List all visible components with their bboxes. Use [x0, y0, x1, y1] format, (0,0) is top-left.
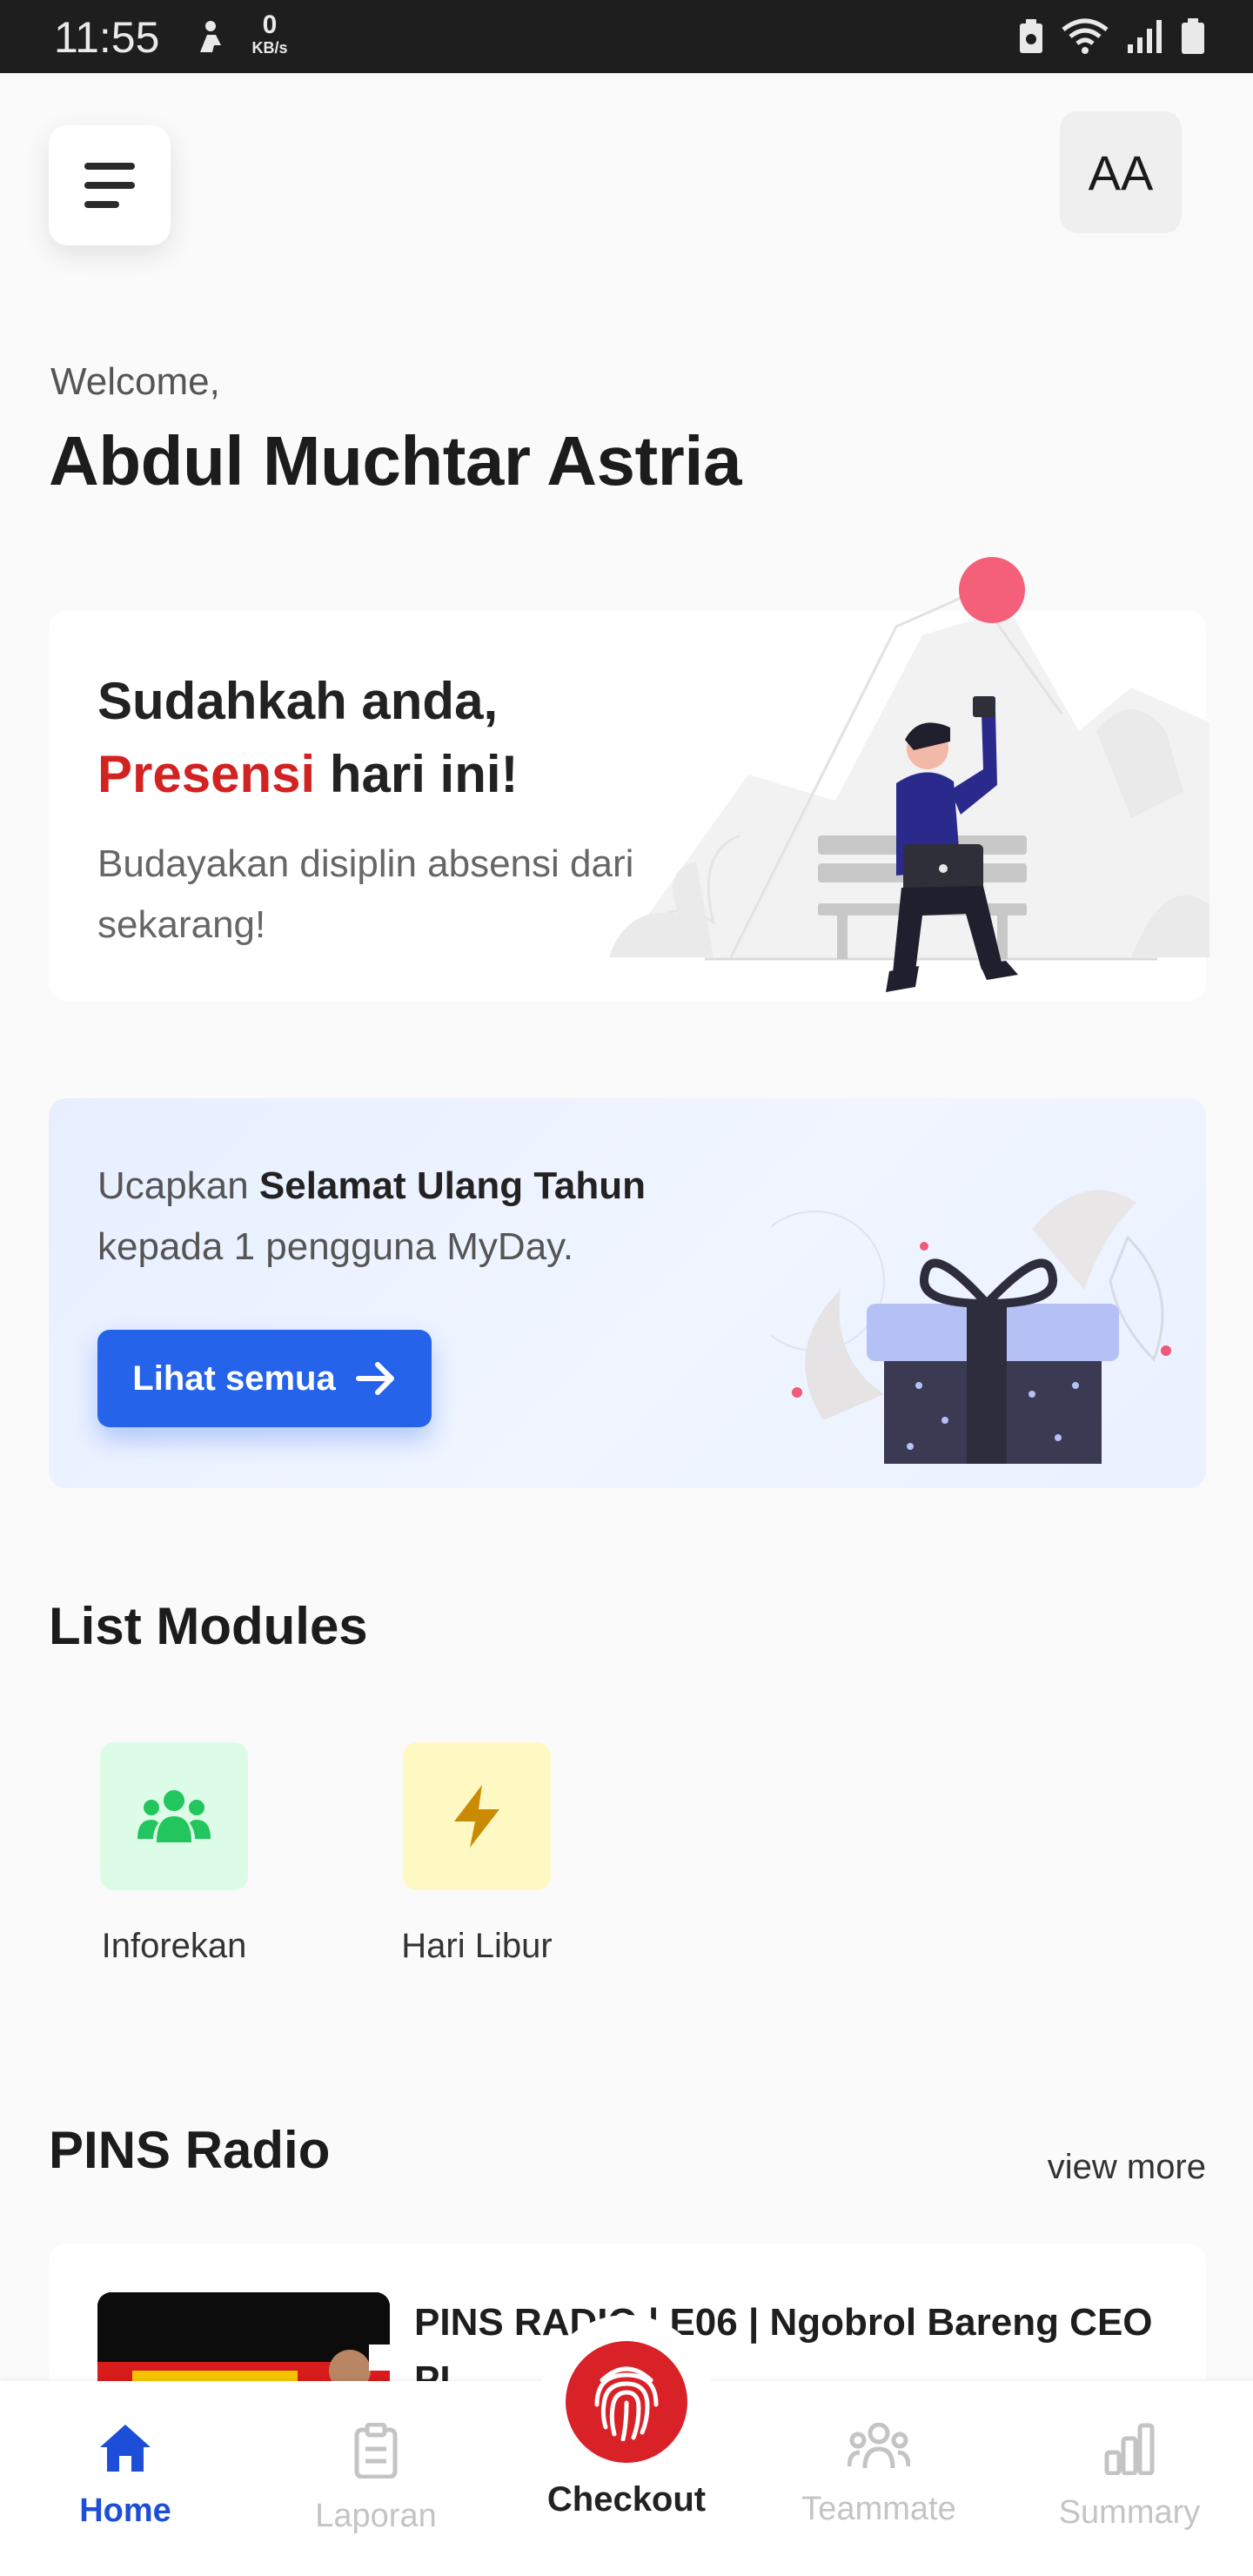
clipboard-icon — [354, 2423, 398, 2479]
person-on-bench-illustration — [609, 557, 1209, 992]
welcome-label: Welcome, — [50, 360, 220, 403]
arrow-right-icon — [355, 1362, 394, 1395]
checkout-button[interactable] — [539, 2315, 714, 2489]
battery-icon — [1182, 18, 1204, 54]
menu-button[interactable] — [49, 125, 171, 245]
wifi-icon — [1062, 18, 1109, 54]
nav-laporan[interactable]: Laporan — [271, 2423, 480, 2535]
team-icon — [848, 2423, 910, 2469]
bar-chart-icon — [1104, 2423, 1155, 2475]
radio-heading: PINS Radio — [49, 2121, 331, 2179]
birthday-card: Ucapkan Selamat Ulang Tahun kepada 1 pen… — [49, 1098, 1206, 1488]
home-icon — [100, 2425, 151, 2472]
avatar[interactable]: AA — [1060, 111, 1182, 233]
fingerprint-icon — [594, 2366, 659, 2441]
nav-summary[interactable]: Summary — [1025, 2423, 1234, 2532]
see-all-button[interactable]: Lihat semua — [97, 1330, 432, 1427]
status-bar: 11:55 0 KB/s — [0, 0, 1253, 73]
gift-illustration — [771, 1190, 1171, 1464]
module-inforekan[interactable]: Inforekan — [61, 1742, 287, 1966]
network-speed: 0 KB/s — [251, 10, 288, 57]
modules-heading: List Modules — [49, 1597, 368, 1655]
lightning-icon — [454, 1785, 499, 1848]
signal-icon — [1128, 20, 1162, 53]
checkout-label: Checkout — [546, 2480, 707, 2519]
view-more-link[interactable]: view more — [1048, 2148, 1206, 2187]
module-hari-libur[interactable]: Hari Libur — [364, 1742, 590, 1966]
presensi-title: Sudahkah anda, Presensi hari ini! — [97, 672, 519, 803]
nav-teammate[interactable]: Teammate — [774, 2423, 983, 2528]
people-group-icon — [137, 1790, 211, 1842]
menu-icon — [84, 163, 135, 170]
battery-saver-icon — [1020, 19, 1042, 53]
status-time: 11:55 — [54, 13, 160, 62]
user-name: Abdul Muchtar Astria — [49, 422, 741, 500]
nav-home[interactable]: Home — [21, 2423, 230, 2530]
birthday-message: Ucapkan Selamat Ulang Tahun kepada 1 pen… — [97, 1164, 647, 1268]
person-icon — [200, 21, 221, 52]
presensi-subtitle: Budayakan disiplin absensi dari sekarang… — [97, 842, 634, 946]
